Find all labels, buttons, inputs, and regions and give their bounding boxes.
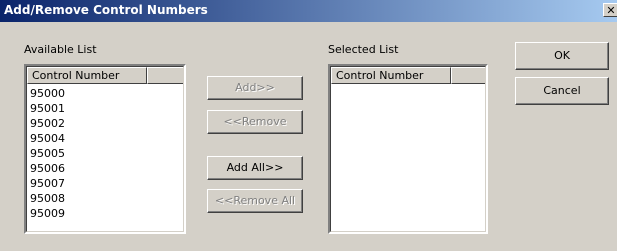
list-item[interactable]: 95007 — [30, 176, 65, 191]
available-list[interactable]: Control Number 95000 95001 95002 95004 95005… — [24, 64, 186, 234]
dialog-title: Add/Remove Control Numbers — [4, 3, 208, 17]
ok-button[interactable]: OK — [515, 42, 609, 70]
available-list-rows: 95000 95001 95002 95004 95005 95006 95007 95008… — [30, 86, 65, 221]
list-item[interactable]: 95000 — [30, 86, 65, 101]
add-remove-control-numbers-dialog: Add/Remove Control Numbers ✕ Available L… — [0, 0, 617, 251]
add-button-label: Add>> — [235, 81, 275, 94]
list-item[interactable]: 95005 — [30, 146, 65, 161]
available-column-header-spacer[interactable] — [147, 67, 183, 84]
selected-list[interactable]: Control Number — [328, 64, 488, 234]
cancel-button[interactable]: Cancel — [515, 77, 609, 105]
add-button[interactable]: Add>> — [207, 76, 303, 100]
available-column-header-label: Control Number — [32, 69, 120, 82]
ok-button-label: OK — [554, 49, 570, 62]
cancel-button-label: Cancel — [543, 84, 581, 97]
list-item[interactable]: 95002 — [30, 116, 65, 131]
title-bar[interactable]: Add/Remove Control Numbers ✕ — [0, 0, 617, 22]
remove-all-button[interactable]: <<Remove All — [207, 189, 303, 213]
selected-column-header-label: Control Number — [336, 69, 424, 82]
close-icon[interactable]: ✕ — [603, 3, 617, 17]
add-all-button-label: Add All>> — [226, 161, 284, 174]
list-item[interactable]: 95009 — [30, 206, 65, 221]
remove-button-label: <<Remove — [223, 115, 287, 128]
add-all-button[interactable]: Add All>> — [207, 156, 303, 180]
list-item[interactable]: 95006 — [30, 161, 65, 176]
available-list-label: Available List — [24, 43, 97, 56]
list-item[interactable]: 95001 — [30, 101, 65, 116]
remove-all-button-label: <<Remove All — [214, 194, 296, 207]
selected-column-header-spacer[interactable] — [451, 67, 485, 84]
selected-list-label: Selected List — [328, 43, 399, 56]
remove-button[interactable]: <<Remove — [207, 110, 303, 134]
available-column-header[interactable]: Control Number — [27, 67, 147, 84]
list-item[interactable]: 95004 — [30, 131, 65, 146]
list-item[interactable]: 95008 — [30, 191, 65, 206]
selected-column-header[interactable]: Control Number — [331, 67, 451, 84]
